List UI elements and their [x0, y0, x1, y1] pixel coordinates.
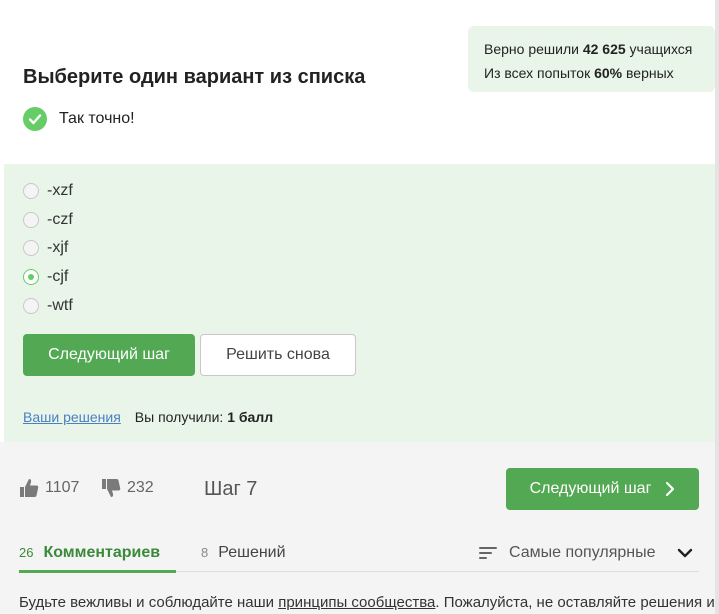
- active-tab-indicator: [19, 570, 176, 573]
- answer-panel: -xzf -czf -xjf -cjf -wtf Следующий шаг Р…: [4, 164, 715, 442]
- tab-solutions[interactable]: 8 Решений: [201, 544, 286, 562]
- dislike-button[interactable]: 232: [101, 478, 154, 498]
- stats-attempts-suffix: верных: [626, 65, 674, 81]
- score-text: Вы получили: 1 балл: [135, 409, 273, 425]
- community-notice: Будьте вежливы и соблюдайте наши принцип…: [19, 594, 715, 611]
- comments-count: 26: [19, 545, 34, 560]
- like-button[interactable]: 1107: [19, 478, 79, 498]
- next-step-button-bottom[interactable]: Следующий шаг: [506, 468, 699, 510]
- result-text: Так точно!: [59, 110, 135, 127]
- comments-label: Комментариев: [43, 544, 161, 561]
- option-item[interactable]: -xjf: [23, 239, 68, 257]
- next-step-label: Следующий шаг: [529, 480, 652, 497]
- community-principles-link[interactable]: принципы сообщества: [278, 594, 435, 611]
- option-label: -xzf: [47, 182, 73, 199]
- chevron-down-icon: [677, 548, 693, 558]
- thumbs-up-icon: [20, 479, 39, 497]
- check-circle-icon: [23, 107, 47, 131]
- question-title: Выберите один вариант из списка: [23, 66, 366, 88]
- dislike-count: 232: [127, 479, 154, 496]
- option-label: -cjf: [47, 268, 69, 285]
- stats-solved-count: 42 625: [582, 41, 626, 57]
- solutions-count: 8: [201, 545, 209, 560]
- stats-attempts-line: Из всех попыток 60% верных: [484, 61, 715, 85]
- radio-button[interactable]: [23, 183, 39, 199]
- like-count: 1107: [45, 479, 80, 496]
- scrollbar[interactable]: [715, 0, 719, 614]
- notice-text-start: Будьте вежливы и соблюдайте наши: [19, 594, 279, 611]
- your-solutions-link[interactable]: Ваши решения: [23, 409, 121, 425]
- notice-text-end: . Пожалуйста, не оставляйте решения и: [435, 594, 715, 611]
- tab-comments[interactable]: 26 Комментариев: [19, 544, 160, 562]
- option-item[interactable]: -xzf: [23, 182, 73, 200]
- sort-label: Самые популярные: [509, 544, 656, 561]
- stats-solved-prefix: Верно решили: [484, 41, 579, 57]
- next-step-button[interactable]: Следующий шаг: [23, 334, 195, 376]
- radio-button[interactable]: [23, 240, 39, 256]
- stats-attempts-prefix: Из всех попыток: [484, 65, 591, 81]
- chevron-right-icon: [666, 481, 675, 497]
- sort-icon: [479, 547, 497, 559]
- submission-summary: Ваши решения Вы получили: 1 балл: [23, 409, 273, 425]
- result-status: Так точно!: [23, 107, 135, 131]
- expand-button[interactable]: [677, 546, 693, 564]
- radio-button-selected[interactable]: [23, 269, 39, 285]
- option-label: -czf: [47, 211, 73, 228]
- question-header: Верно решили 42 625 учащихся Из всех поп…: [0, 0, 715, 164]
- radio-button[interactable]: [23, 212, 39, 228]
- radio-button[interactable]: [23, 298, 39, 314]
- stats-panel: Верно решили 42 625 учащихся Из всех поп…: [468, 26, 715, 92]
- solutions-label: Решений: [218, 544, 286, 561]
- option-item[interactable]: -czf: [23, 211, 73, 229]
- score-prefix: Вы получили:: [134, 409, 224, 425]
- sort-dropdown[interactable]: Самые популярные: [479, 544, 655, 562]
- stats-solved-line: Верно решили 42 625 учащихся: [484, 37, 715, 61]
- discussion-tabs: 26 Комментариев 8 Решений Самые популярн…: [19, 544, 699, 573]
- stats-solved-suffix: учащихся: [629, 41, 693, 57]
- option-item[interactable]: -wtf: [23, 297, 73, 315]
- thumbs-down-icon: [102, 479, 121, 497]
- step-label: Шаг 7: [204, 478, 258, 500]
- stats-attempts-percent: 60%: [594, 65, 623, 81]
- step-footer: 1107 232 Шаг 7 Следующий шаг 26 Коммента…: [0, 442, 715, 614]
- solve-again-button[interactable]: Решить снова: [200, 334, 356, 376]
- option-label: -wtf: [47, 297, 73, 314]
- score-value: 1 балл: [227, 409, 274, 425]
- option-label: -xjf: [47, 239, 69, 256]
- option-item-selected[interactable]: -cjf: [23, 268, 68, 286]
